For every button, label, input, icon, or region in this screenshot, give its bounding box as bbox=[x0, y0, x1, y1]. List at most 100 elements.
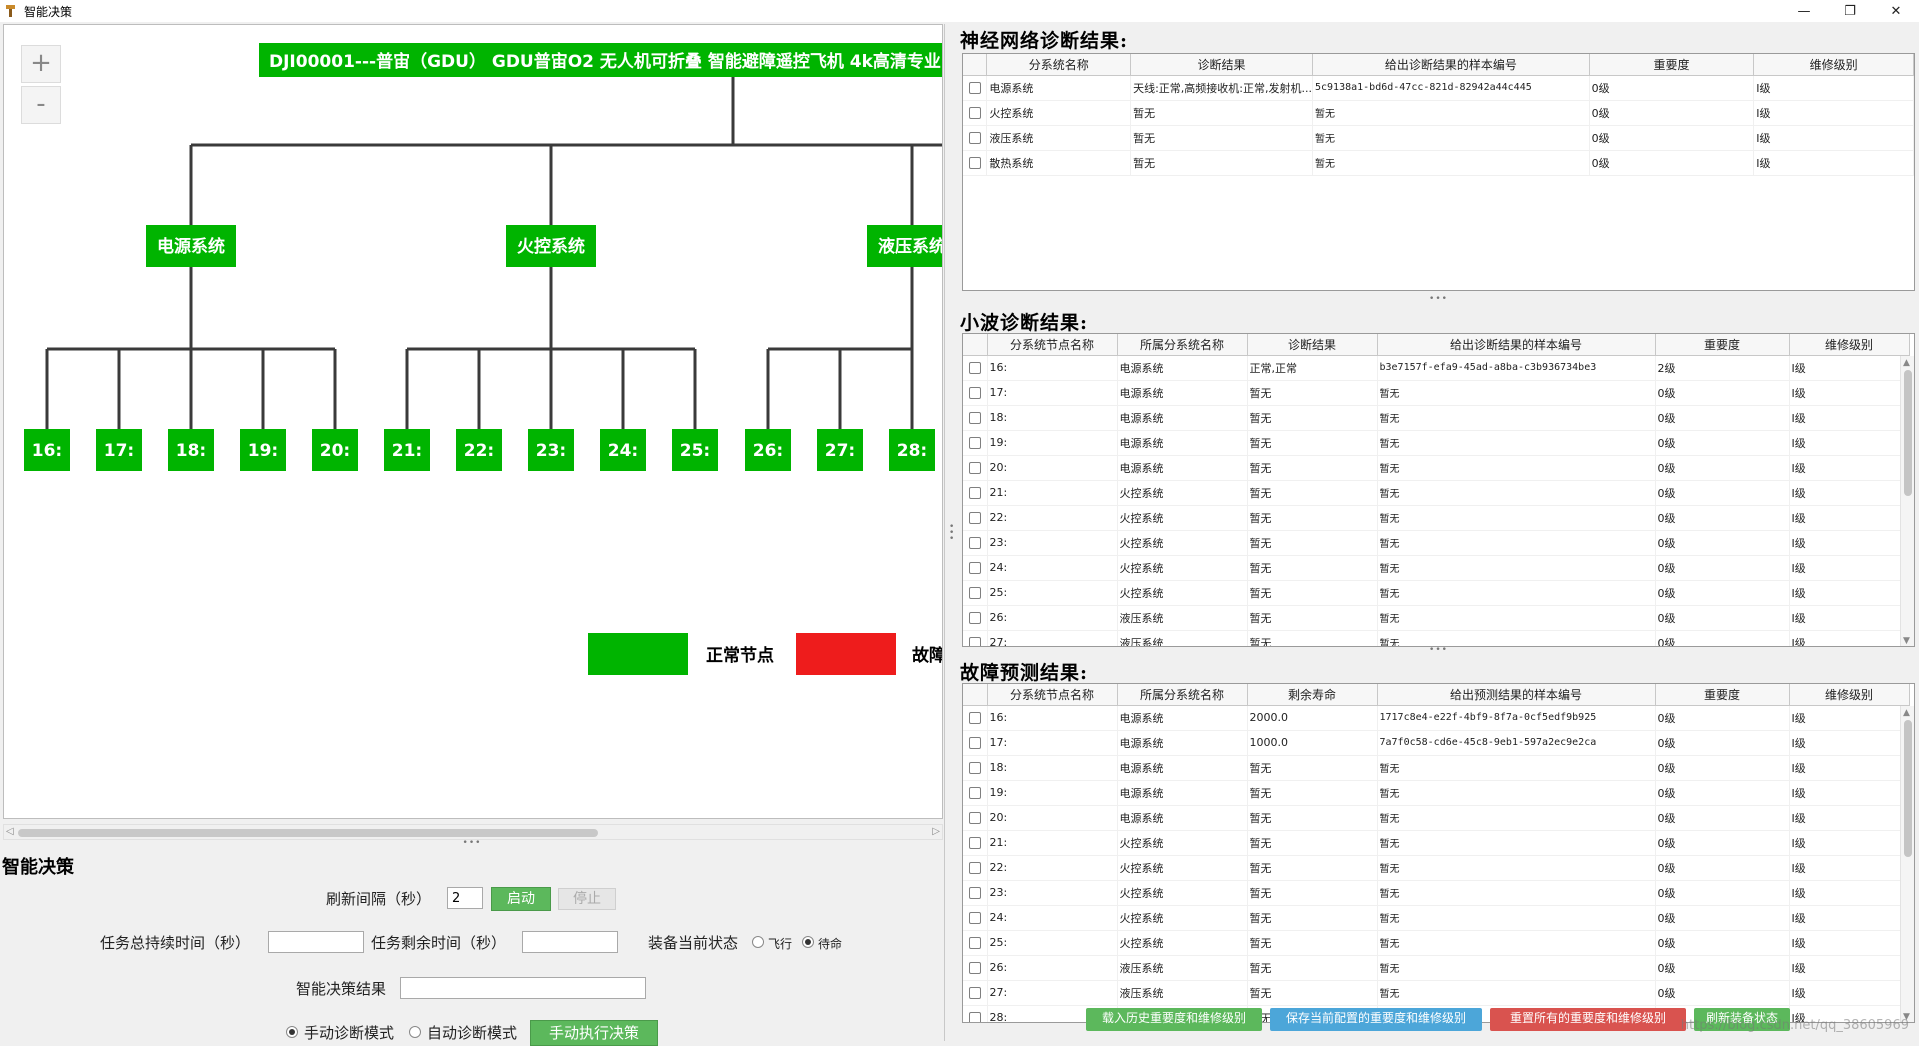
scroll-up-icon[interactable]: ▲ bbox=[1903, 358, 1910, 368]
table-row[interactable]: 25: 火控系统 暂无 暂无 0级 Ⅰ级 bbox=[963, 930, 1910, 956]
table-cell[interactable]: 17: bbox=[987, 380, 1118, 406]
table-row[interactable]: 20: 电源系统 暂无 暂无 0级 Ⅰ级 bbox=[963, 805, 1910, 831]
row-checkbox[interactable] bbox=[969, 82, 981, 94]
table-row[interactable]: 21: 火控系统 暂无 暂无 0级 Ⅰ级 bbox=[963, 830, 1910, 856]
table-row[interactable]: 26: 液压系统 暂无 暂无 0级 Ⅰ级 bbox=[963, 605, 1910, 631]
table-cell[interactable]: Ⅰ级 bbox=[1789, 955, 1910, 981]
state-flight-radio[interactable] bbox=[752, 936, 764, 948]
table-cell[interactable]: 火控系统 bbox=[1117, 580, 1248, 606]
table-cell[interactable]: Ⅰ级 bbox=[1753, 125, 1914, 151]
table-cell[interactable]: 0级 bbox=[1589, 125, 1755, 151]
row-checkbox[interactable] bbox=[969, 837, 981, 849]
row-checkbox[interactable] bbox=[969, 937, 981, 949]
table-cell[interactable]: 暂无 bbox=[1247, 955, 1378, 981]
table-cell[interactable]: 暂无 bbox=[1247, 930, 1378, 956]
table-cell[interactable]: 0级 bbox=[1655, 505, 1790, 531]
checkbox-cell[interactable] bbox=[963, 380, 988, 406]
table-cell[interactable]: 22: bbox=[987, 855, 1118, 881]
stop-button[interactable]: 停止 bbox=[558, 888, 616, 910]
checkbox-cell[interactable] bbox=[963, 580, 988, 606]
checkbox-cell[interactable] bbox=[963, 955, 988, 981]
checkbox-cell[interactable] bbox=[963, 405, 988, 431]
table-cell[interactable]: 0级 bbox=[1655, 430, 1790, 456]
table-cell[interactable]: 0级 bbox=[1655, 455, 1790, 481]
prediction-header-1[interactable]: 所属分系统名称 bbox=[1117, 684, 1248, 706]
row-checkbox[interactable] bbox=[969, 487, 981, 499]
table-cell[interactable]: 火控系统 bbox=[1117, 930, 1248, 956]
table-row[interactable]: 25: 火控系统 暂无 暂无 0级 Ⅰ级 bbox=[963, 580, 1910, 606]
table-cell[interactable]: Ⅰ级 bbox=[1789, 730, 1910, 756]
row-checkbox[interactable] bbox=[969, 987, 981, 999]
table-cell[interactable]: Ⅰ级 bbox=[1753, 75, 1914, 101]
wavelet-header-4[interactable]: 重要度 bbox=[1655, 334, 1790, 356]
left-splitter-handle[interactable]: ••• bbox=[0, 839, 944, 849]
scroll-down-icon[interactable]: ▼ bbox=[1903, 636, 1910, 646]
save-config-button[interactable]: 保存当前配置的重要度和维修级别 bbox=[1270, 1008, 1482, 1031]
table-row[interactable]: 26: 液压系统 暂无 暂无 0级 Ⅰ级 bbox=[963, 955, 1910, 981]
checkbox-cell[interactable] bbox=[963, 100, 988, 126]
table-cell[interactable]: 暂无 bbox=[1247, 755, 1378, 781]
table-cell[interactable]: 0级 bbox=[1589, 150, 1755, 176]
table-cell[interactable]: 暂无 bbox=[1377, 630, 1656, 646]
table-cell[interactable]: 24: bbox=[987, 905, 1118, 931]
checkbox-cell[interactable] bbox=[963, 930, 988, 956]
splitter-grip-icon[interactable]: • • • bbox=[949, 523, 954, 544]
table-cell[interactable]: Ⅰ级 bbox=[1789, 705, 1910, 731]
table-row[interactable]: 16: 电源系统 2000.0 1717c8e4-e22f-4bf9-8f7a-0cf… bbox=[963, 705, 1910, 731]
checkbox-cell[interactable] bbox=[963, 730, 988, 756]
scroll-up-icon[interactable]: ▲ bbox=[1903, 708, 1910, 718]
state-standby-radio[interactable] bbox=[802, 936, 814, 948]
table-cell[interactable]: 0级 bbox=[1655, 805, 1790, 831]
table-cell[interactable]: 0级 bbox=[1655, 480, 1790, 506]
table-cell[interactable]: 暂无 bbox=[1247, 905, 1378, 931]
table-cell[interactable]: 16: bbox=[987, 355, 1118, 381]
table-row[interactable]: 20: 电源系统 暂无 暂无 0级 Ⅰ级 bbox=[963, 455, 1910, 481]
table-cell[interactable]: 5c9138a1-bd6d-47cc-821d-82942a44c445 bbox=[1312, 75, 1590, 101]
row-checkbox[interactable] bbox=[969, 512, 981, 524]
table-cell[interactable]: 液压系统 bbox=[986, 125, 1132, 151]
checkbox-cell[interactable] bbox=[963, 705, 988, 731]
table-cell[interactable]: 暂无 bbox=[1377, 880, 1656, 906]
prediction-header-3[interactable]: 给出预测结果的样本编号 bbox=[1377, 684, 1656, 706]
table-cell[interactable]: 1000.0 bbox=[1247, 730, 1378, 756]
table-cell[interactable]: 25: bbox=[987, 580, 1118, 606]
table-row[interactable]: 电源系统 天线:正常,高频接收机:正常,发射机... 5c9138a1-bd6d-4… bbox=[963, 75, 1914, 101]
table-cell[interactable]: 暂无 bbox=[1247, 455, 1378, 481]
nn-splitter-handle[interactable]: ••• bbox=[958, 295, 1919, 305]
zoom-in-button[interactable]: + bbox=[21, 45, 61, 83]
table-cell[interactable]: 暂无 bbox=[1377, 780, 1656, 806]
table-cell[interactable]: 暂无 bbox=[1247, 830, 1378, 856]
row-checkbox[interactable] bbox=[969, 412, 981, 424]
nn-header-1[interactable]: 诊断结果 bbox=[1130, 54, 1313, 76]
prediction-vertical-scrollbar[interactable]: ▲ ▼ bbox=[1900, 706, 1914, 1022]
task-duration-input[interactable] bbox=[268, 931, 364, 953]
table-cell[interactable]: 暂无 bbox=[1312, 100, 1590, 126]
table-row[interactable]: 23: 火控系统 暂无 暂无 0级 Ⅰ级 bbox=[963, 880, 1910, 906]
table-cell[interactable]: 暂无 bbox=[1130, 150, 1313, 176]
wavelet-header-5[interactable]: 维修级别 bbox=[1789, 334, 1910, 356]
checkbox-cell[interactable] bbox=[963, 430, 988, 456]
task-remaining-input[interactable] bbox=[522, 931, 618, 953]
table-cell[interactable]: 0级 bbox=[1655, 405, 1790, 431]
table-row[interactable]: 18: 电源系统 暂无 暂无 0级 Ⅰ级 bbox=[963, 755, 1910, 781]
table-cell[interactable]: 17: bbox=[987, 730, 1118, 756]
table-cell[interactable]: 暂无 bbox=[1377, 480, 1656, 506]
table-cell[interactable]: 0级 bbox=[1655, 580, 1790, 606]
table-cell[interactable]: 21: bbox=[987, 830, 1118, 856]
table-cell[interactable]: 0级 bbox=[1655, 730, 1790, 756]
checkbox-cell[interactable] bbox=[963, 505, 988, 531]
row-checkbox[interactable] bbox=[969, 362, 981, 374]
table-cell[interactable]: 火控系统 bbox=[1117, 855, 1248, 881]
checkbox-cell[interactable] bbox=[963, 905, 988, 931]
table-cell[interactable]: 暂无 bbox=[1377, 955, 1656, 981]
table-cell[interactable]: 暂无 bbox=[1247, 880, 1378, 906]
fault-tree-view[interactable]: DJI00001---普宙（GDU） GDU普宙O2 无人机可折叠 智能避障遥控… bbox=[3, 24, 943, 819]
table-cell[interactable]: 0级 bbox=[1655, 955, 1790, 981]
table-cell[interactable]: 暂无 bbox=[1247, 505, 1378, 531]
table-cell[interactable]: 火控系统 bbox=[1117, 480, 1248, 506]
table-cell[interactable]: 22: bbox=[987, 505, 1118, 531]
table-cell[interactable]: 火控系统 bbox=[1117, 880, 1248, 906]
wavelet-splitter-handle[interactable]: ••• bbox=[958, 646, 1919, 656]
table-cell[interactable]: 0级 bbox=[1655, 780, 1790, 806]
checkbox-cell[interactable] bbox=[963, 75, 988, 101]
